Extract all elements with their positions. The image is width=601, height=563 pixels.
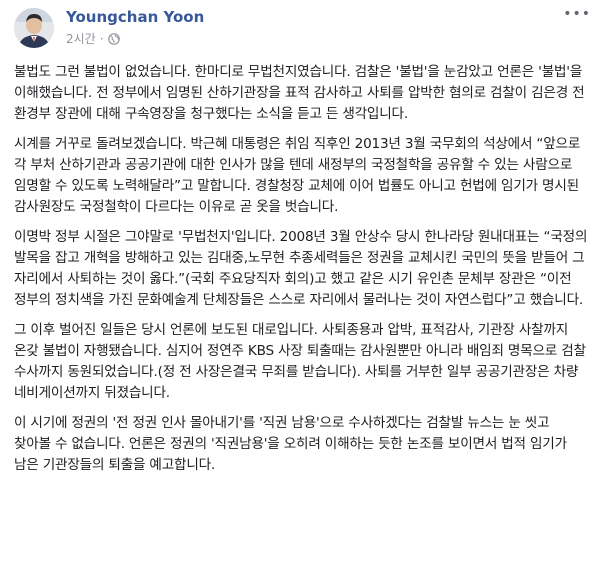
post-header: Youngchan Yoon 2시간 · •••	[0, 0, 601, 56]
more-options-icon[interactable]: •••	[563, 6, 591, 22]
author-name[interactable]: Youngchan Yoon	[66, 8, 204, 26]
globe-icon[interactable]	[107, 32, 120, 45]
post-paragraph: 이명박 정부 시절은 그야말로 '무법천지'입니다. 2008년 3월 안상수 …	[14, 229, 588, 308]
post-meta: 2시간 ·	[66, 30, 120, 47]
meta-separator: ·	[99, 31, 104, 46]
post-paragraph: 시계를 거꾸로 돌려보겠습니다. 박근혜 대통령은 취임 직후인 2013년 3…	[14, 136, 581, 215]
post-paragraph: 이 시기에 정권의 '전 정권 인사 몰아내기'를 '직권 남용'으로 수사하겠…	[14, 415, 567, 473]
post-paragraph: 불법도 그런 불법이 없었습니다. 한마디로 무법천지였습니다. 검찰은 '불법…	[14, 64, 585, 122]
post-body: 불법도 그런 불법이 없었습니다. 한마디로 무법천지였습니다. 검찰은 '불법…	[14, 62, 590, 485]
profile-photo	[14, 8, 54, 48]
post-paragraph: 그 이후 벌어진 일들은 당시 언론에 보도된 대로입니다. 사퇴종용과 압박,…	[14, 322, 586, 401]
post-timestamp[interactable]: 2시간	[66, 30, 96, 47]
avatar[interactable]	[14, 8, 54, 48]
